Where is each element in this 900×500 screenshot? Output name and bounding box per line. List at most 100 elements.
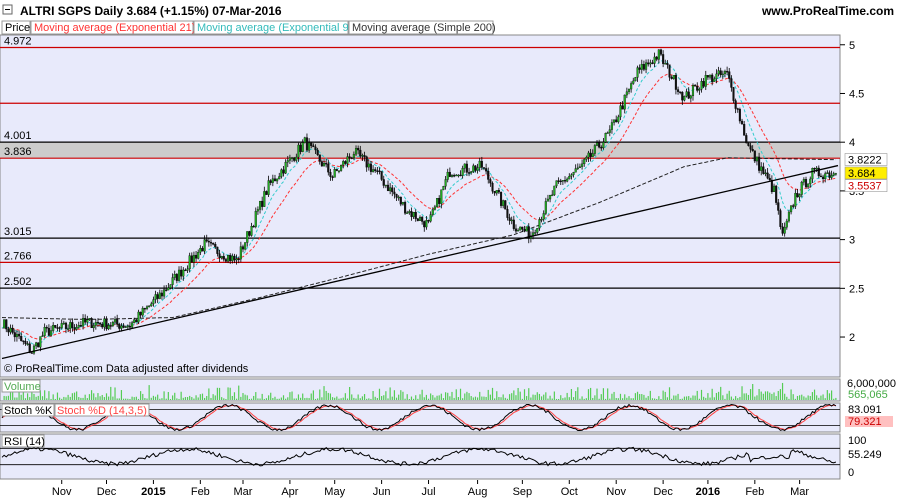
volume-bar: [310, 393, 312, 400]
legend-ema21: Moving average (Exponential 21): [34, 22, 195, 34]
volume-bar: [69, 396, 71, 400]
candle-body: [299, 144, 302, 152]
volume-bar: [210, 397, 212, 400]
candle-body: [587, 152, 590, 158]
candle-body: [433, 206, 436, 210]
volume-bar: [165, 398, 167, 400]
volume-bar: [274, 396, 276, 400]
collapse-icon[interactable]: [2, 4, 13, 15]
volume-bar: [788, 398, 790, 400]
volume-bar: [167, 392, 169, 400]
candle-body: [237, 258, 240, 261]
volume-bar: [590, 387, 592, 400]
candle-body: [352, 153, 355, 159]
volume-bar: [406, 394, 408, 400]
candle-body: [227, 255, 230, 262]
candle-body: [627, 88, 631, 92]
volume-bar: [242, 393, 244, 400]
volume-bar: [664, 391, 666, 400]
site-label: www.ProRealTime.com: [761, 4, 894, 18]
volume-bar: [592, 397, 594, 400]
candle-body: [305, 137, 309, 151]
volume-bar: [564, 397, 566, 400]
candle-body: [216, 246, 219, 254]
volume-bar: [722, 395, 724, 400]
candle-body: [163, 289, 166, 297]
candle-body: [141, 308, 144, 316]
volume-bar: [317, 398, 319, 400]
candle-body: [429, 214, 432, 222]
candle-body: [792, 205, 795, 207]
volume-bar: [816, 395, 818, 400]
candle-body: [160, 292, 163, 297]
candle-body: [659, 49, 663, 55]
volume-bar: [370, 398, 372, 400]
time-tick-label: Aug: [468, 486, 488, 498]
candle-body: [28, 343, 31, 353]
volume-bar: [508, 394, 511, 400]
candle-body: [173, 274, 176, 278]
candle-body: [708, 74, 712, 78]
candle-body: [139, 311, 142, 316]
candle-body: [683, 95, 686, 101]
candle-body: [779, 210, 782, 227]
volume-bar: [378, 388, 381, 400]
candle-body: [677, 89, 680, 92]
volume-bar: [688, 396, 690, 400]
candle-body: [538, 219, 541, 229]
candle-body: [50, 330, 53, 336]
volume-bar: [453, 397, 455, 400]
volume-bar: [176, 398, 178, 400]
candle-body: [152, 299, 155, 305]
volume-bar: [133, 397, 135, 400]
volume-bar: [267, 395, 270, 400]
candle-body: [621, 105, 624, 110]
volume-bar: [534, 394, 536, 400]
volume-bar: [321, 397, 323, 400]
candle-body: [342, 161, 345, 166]
candle-body: [653, 56, 656, 64]
volume-bar: [600, 394, 602, 400]
candle-body: [214, 243, 217, 248]
candle-body: [822, 176, 825, 180]
candle-body: [768, 177, 771, 181]
candle-body: [747, 142, 750, 146]
candle-body: [401, 202, 404, 205]
candle-body: [796, 193, 799, 198]
candle-body: [357, 148, 360, 151]
candle-body: [619, 105, 622, 118]
candle-body: [561, 180, 564, 182]
volume-bar: [334, 397, 336, 400]
candle-body: [438, 198, 441, 204]
candle-body: [482, 167, 486, 169]
volume-bar: [374, 396, 376, 400]
candle-body: [109, 325, 112, 327]
volume-bar: [515, 395, 517, 400]
price-tick-label: 2.5: [849, 283, 864, 295]
volume-panel: Volume 6,000,000 565,065: [0, 378, 896, 402]
candle-body: [248, 231, 251, 236]
volume-bar: [415, 395, 417, 400]
volume-bar: [799, 395, 801, 400]
candle-body: [476, 167, 479, 171]
volume-bar: [86, 398, 88, 400]
volume-bar: [263, 398, 265, 400]
volume-bar: [502, 394, 504, 400]
volume-bar: [84, 394, 86, 400]
candle-body: [723, 71, 727, 75]
candle-body: [450, 175, 454, 177]
candle-body: [559, 180, 562, 183]
candle-body: [651, 62, 654, 64]
volume-bar: [609, 398, 611, 400]
candle-body: [726, 71, 729, 73]
volume-bar: [536, 392, 538, 400]
candle-body: [591, 153, 594, 157]
candle-body: [421, 217, 424, 222]
volume-bar: [404, 398, 406, 400]
candle-body: [250, 226, 253, 236]
candle-body: [563, 180, 567, 182]
candle-body: [698, 89, 701, 91]
volume-bar: [150, 397, 152, 400]
candle-body: [391, 187, 394, 193]
candle-body: [448, 171, 451, 177]
